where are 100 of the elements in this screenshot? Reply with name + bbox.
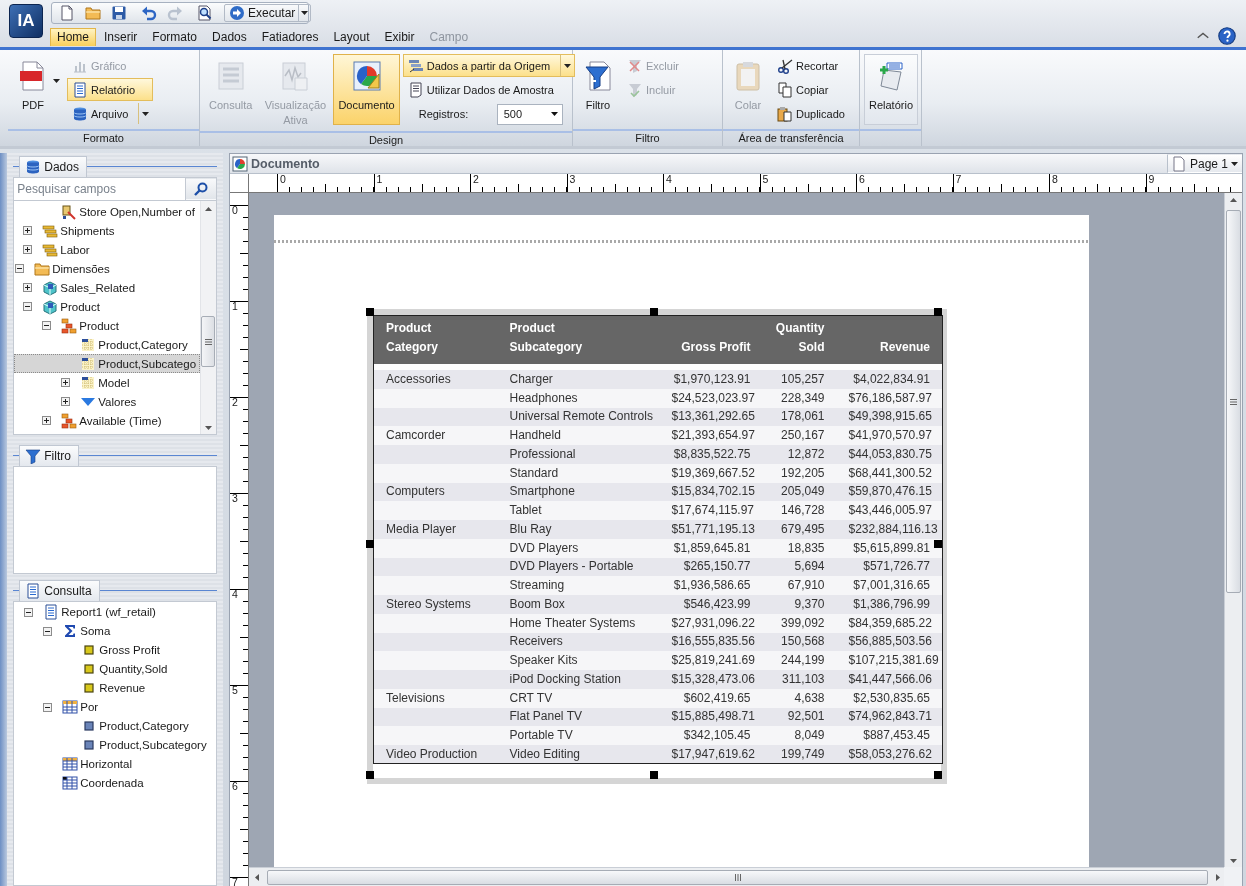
caret-icon [204,426,212,430]
column-header[interactable]: Product Subcategory [497,315,660,364]
scrollbar[interactable] [249,867,1224,886]
tree-item[interactable]: Valores [97,395,137,408]
panel-tab[interactable]: Filtro [19,445,79,467]
table-cell: $41,970,570.97 [836,426,943,445]
table-cell: Camcorder [373,426,498,445]
table-cell: Tablet [497,501,660,520]
tree-item[interactable]: Store Open,Number of [78,205,195,218]
resize-handle[interactable] [366,539,374,548]
document-icon [25,582,42,599]
tree-item[interactable]: Shipments [59,224,115,237]
records-dropdown[interactable]: 500 [496,103,563,125]
expander-icon[interactable] [23,226,33,235]
expander-icon[interactable] [42,416,52,425]
column-header[interactable]: Revenue [836,315,943,364]
ruler-label: 8 [1049,174,1146,192]
expander-icon[interactable] [61,397,71,406]
search-button[interactable] [185,178,216,200]
database-icon [25,159,42,175]
help-button[interactable] [1217,26,1237,46]
table-cell: $546,423.99 [659,595,763,614]
ribbon-button[interactable]: Copiar [772,78,849,101]
ribbon-button[interactable]: PDF [12,54,64,125]
menu-tab[interactable]: Layout [326,28,377,46]
expander-icon[interactable] [43,702,53,712]
ribbon-button[interactable]: Relatório [864,54,919,125]
panel-tab[interactable]: Consulta [19,579,100,601]
menu-tab[interactable]: Home [50,28,96,46]
undo-icon [141,5,157,21]
tree-item[interactable]: Product,Subcategory [98,739,207,752]
menu-tab[interactable]: Exibir [377,28,422,46]
resize-handle[interactable] [366,308,374,316]
redo-icon [167,5,183,21]
page-selector[interactable]: Page 1 [1166,154,1242,173]
tree-item[interactable]: Dimensões [51,262,110,275]
app-logo: IA [9,4,43,38]
expander-icon[interactable] [23,302,33,311]
tree-item[interactable]: Available (Time) [78,414,162,427]
ruler-label: 2 [470,174,567,192]
scroll-left-icon [255,874,259,881]
tree-item[interactable]: Gross Profit [98,644,160,657]
scrollbar[interactable] [199,201,216,434]
tree-item[interactable]: Quantity,Sold [98,663,168,676]
tree-item[interactable]: Product,Category [98,720,189,733]
ribbon-button[interactable]: Documento [333,54,400,125]
tree-item[interactable]: Coordenada [79,777,144,790]
ribbon-button[interactable]: Duplicado [772,102,849,125]
ribbon-button[interactable]: Relatório [67,78,154,101]
resize-handle[interactable] [934,771,942,779]
expander-icon[interactable] [61,378,71,387]
caret-icon [142,111,150,116]
tree-item[interactable]: Model [97,376,130,389]
resize-handle[interactable] [934,539,942,548]
run-button[interactable]: Executar [224,4,312,22]
ribbon-button[interactable]: Filtro [577,54,619,125]
menu-tab[interactable]: Fatiadores [254,28,326,46]
expander-icon[interactable] [24,607,34,617]
ribbon-button[interactable]: Recortar [772,54,849,77]
tree-item[interactable]: Product,Category [97,338,188,351]
tree-item[interactable]: Product [59,300,100,313]
tree-item[interactable]: Soma [79,625,111,638]
column-header[interactable]: Quantity Sold [762,315,837,364]
resize-handle[interactable] [650,308,658,316]
tree-item[interactable]: Por [79,701,99,714]
table-frame[interactable] [367,309,947,784]
document-title: Documento [251,156,320,171]
expander-icon[interactable] [15,264,25,273]
tree-item[interactable]: Horizontal [79,758,132,771]
grip-icon [1230,398,1237,405]
column-header[interactable]: Gross Profit [659,315,763,364]
resize-handle[interactable] [650,771,658,779]
resize-handle[interactable] [934,308,942,316]
table-cell: 679,495 [762,520,837,539]
expander-icon[interactable] [43,626,53,636]
expander-icon[interactable] [23,245,33,254]
bars-icon [42,241,59,258]
grip-icon [204,338,212,345]
ribbon-button[interactable]: Arquivo [67,102,154,125]
scrollbar[interactable] [1224,193,1242,867]
expander-icon[interactable] [23,283,33,292]
table-cell: $44,053,830.75 [836,445,943,464]
tree-item[interactable]: Report1 (wf_retail) [60,606,156,619]
ribbon-button[interactable]: Utilizar Dados de Amostra [402,78,576,101]
caret-icon [1230,859,1237,863]
menu-tab[interactable]: Formato [145,28,205,46]
expander-icon[interactable] [42,321,52,330]
table-icon [62,756,79,773]
tree-item[interactable]: Revenue [98,682,146,695]
menu-tab[interactable]: Inserir [97,28,145,46]
table-cell: 12,872 [762,445,837,464]
menu-tab[interactable]: Dados [205,28,254,46]
column-header[interactable]: Product Category [373,315,498,364]
resize-handle[interactable] [366,771,374,779]
table-cell: $7,001,316.65 [836,576,943,595]
panel-tab[interactable]: Dados [19,156,87,177]
tree-item[interactable]: Sales_Related [59,281,136,294]
ribbon-button[interactable]: Dados a partir da Origem [402,54,576,77]
tree-item[interactable]: Labor [59,243,90,256]
tree-item[interactable]: Product [78,319,119,332]
